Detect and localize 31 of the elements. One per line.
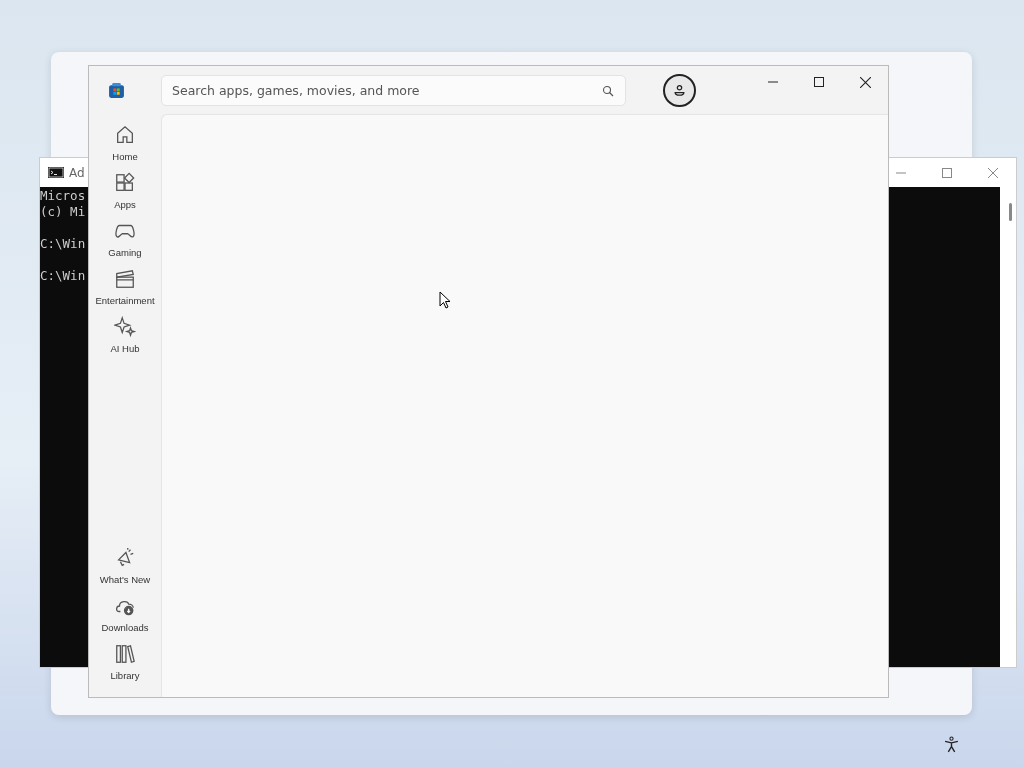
close-icon xyxy=(859,76,871,88)
nav-item[interactable]: What's New xyxy=(89,545,161,587)
nav-item[interactable]: Entertainment xyxy=(89,266,161,308)
nav-item[interactable]: AI Hub xyxy=(89,314,161,356)
maximize-icon xyxy=(814,77,824,87)
account-avatar[interactable] xyxy=(663,73,696,107)
console-line: C:\Win xyxy=(40,268,86,284)
nav-item[interactable]: Downloads xyxy=(89,593,161,635)
accessibility-icon[interactable] xyxy=(943,736,960,753)
nav-item[interactable]: Library xyxy=(89,641,161,683)
sparkle-icon xyxy=(114,316,136,338)
maximize-icon xyxy=(942,167,952,178)
clapperboard-icon xyxy=(114,268,136,290)
nav-item[interactable]: Apps xyxy=(89,170,161,212)
terminal-icon xyxy=(48,167,64,178)
nav-item[interactable]: Gaming xyxy=(89,218,161,260)
scrollbar-thumb[interactable] xyxy=(1009,203,1012,221)
mouse-cursor-icon xyxy=(439,291,451,309)
nav-item[interactable]: Home xyxy=(89,122,161,164)
search-icon[interactable] xyxy=(602,84,614,97)
search-field[interactable]: Search apps, games, movies, and more xyxy=(161,74,626,106)
window-title: Ad xyxy=(69,165,85,180)
console-line: Micros xyxy=(40,188,86,204)
console-line: C:\Win xyxy=(40,236,86,252)
books-icon xyxy=(114,643,136,665)
close-icon xyxy=(988,167,998,178)
console-line: (c) Mi xyxy=(40,204,86,220)
home-icon xyxy=(114,124,136,146)
person-icon xyxy=(673,83,686,97)
apps-icon xyxy=(114,172,136,194)
store-bag-icon xyxy=(108,81,125,99)
